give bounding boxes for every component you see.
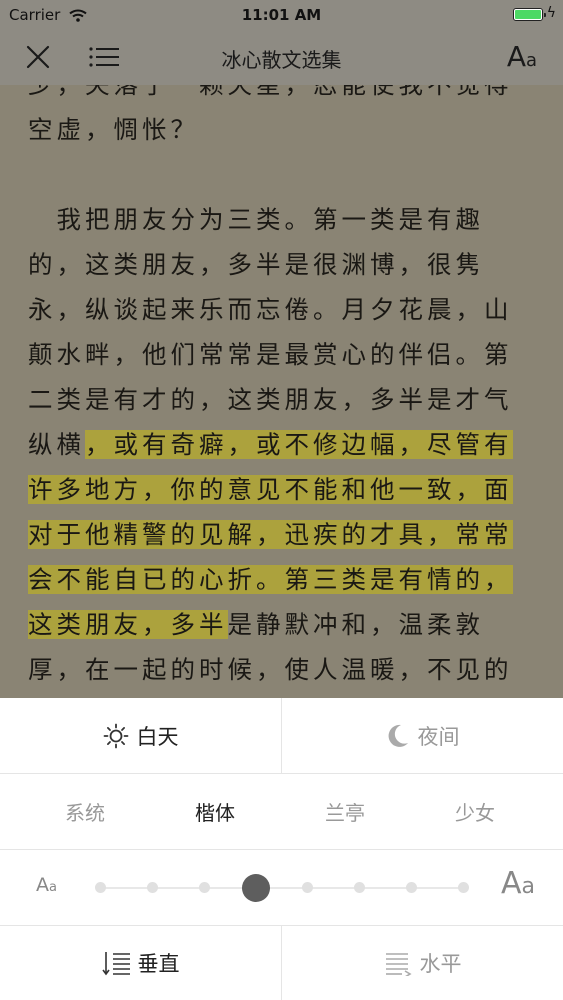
vertical-scroll-icon xyxy=(101,950,132,976)
font-size-slider-knob[interactable] xyxy=(241,874,270,902)
text-line: 颠水畔，他们常常是最赏心的伴侣。第 xyxy=(28,332,538,377)
text-segment: 二类是有才的，这类朋友，多半是才气 xyxy=(28,385,513,414)
text-line: 许多地方，你的意见不能和他一致，面 xyxy=(28,467,538,512)
text-segment: 纵横 xyxy=(28,430,85,459)
font-size-step[interactable] xyxy=(146,882,158,893)
settings-panel: 白天 夜间 系统 楷体 兰亭 少女 Aa Aa 垂直 水平 xyxy=(0,698,563,1000)
highlighted-text: 会不能自已的心折。第三类是有情的， xyxy=(28,565,513,594)
day-mode-label: 白天 xyxy=(136,724,179,749)
reader-toolbar: 冰心散文选集 Aa xyxy=(0,30,563,85)
text-line: 二类是有才的，这类朋友，多半是才气 xyxy=(28,377,538,422)
vertical-scroll-button[interactable]: 垂直 xyxy=(0,926,281,1000)
text-segment: 的，这类朋友，多半是很渊博，很隽 xyxy=(28,250,484,279)
status-bar: Carrier 11:01 AM ϟ xyxy=(0,0,563,30)
increase-font-size-button[interactable]: Aa xyxy=(501,866,535,901)
font-option-lanting[interactable]: 兰亭 xyxy=(275,774,415,849)
font-option-shaonv[interactable]: 少女 xyxy=(405,774,545,849)
vertical-label: 垂直 xyxy=(137,952,180,976)
increase-font-size-small-a: a xyxy=(521,874,535,899)
book-text: 少，失落了一颗天星，忍能使我不觉得空虚，惆怅？ 我把朋友分为三类。第一类是有趣的… xyxy=(28,85,538,692)
sun-icon xyxy=(103,723,129,749)
font-family-row: 系统 楷体 兰亭 少女 xyxy=(0,774,563,850)
font-settings-big-a: A xyxy=(506,40,526,73)
font-option-system[interactable]: 系统 xyxy=(15,774,155,849)
highlighted-text: ，或有奇癖，或不修边幅，尽管有 xyxy=(85,430,513,459)
day-mode-button[interactable]: 白天 xyxy=(0,698,281,773)
text-segment: 是静默冲和，温柔敦 xyxy=(227,610,484,639)
highlighted-text: 对于他精警的见解，迅疾的才具，常常 xyxy=(28,520,513,549)
highlighted-text: 许多地方，你的意见不能和他一致，面 xyxy=(28,475,513,504)
text-line: 纵横，或有奇癖，或不修边幅，尽管有 xyxy=(28,422,538,467)
text-line xyxy=(28,152,538,197)
text-segment: 颠水畔，他们常常是最赏心的伴侣。第 xyxy=(28,340,513,369)
increase-font-size-big-a: A xyxy=(500,866,522,901)
theme-row: 白天 夜间 xyxy=(0,698,563,774)
moon-icon xyxy=(386,723,410,749)
font-size-row: Aa Aa xyxy=(0,850,563,926)
text-line: 这类朋友，多半是静默冲和，温柔敦 xyxy=(28,602,538,647)
font-settings-button[interactable]: Aa xyxy=(507,40,537,73)
text-line: 空虚，惆怅？ xyxy=(28,107,538,152)
font-size-step[interactable] xyxy=(354,882,366,893)
night-mode-button[interactable]: 夜间 xyxy=(282,698,563,773)
status-time: 11:01 AM xyxy=(241,6,322,24)
decrease-font-size-big-a: A xyxy=(36,874,49,896)
night-mode-label: 夜间 xyxy=(417,724,460,749)
page-layout-row: 垂直 水平 xyxy=(0,926,563,1000)
font-size-slider[interactable] xyxy=(95,874,469,902)
text-segment: 我把朋友分为三类。第一类是有趣 xyxy=(28,205,484,234)
text-line: 永，纵谈起来乐而忘倦。月夕花晨，山 xyxy=(28,287,538,332)
text-segment: 少，失落了一颗天星，忍能使我不觉得 xyxy=(28,85,513,99)
font-size-step[interactable] xyxy=(302,882,314,893)
font-size-step[interactable] xyxy=(95,882,106,893)
text-line: 的，这类朋友，多半是很渊博，很隽 xyxy=(28,242,538,287)
font-size-step[interactable] xyxy=(198,882,210,893)
highlighted-text: 这类朋友，多半 xyxy=(28,610,228,639)
decrease-font-size-button[interactable]: Aa xyxy=(36,874,57,896)
text-line: 厚，在一起的时候，使人温暖，不见的 xyxy=(28,647,538,692)
text-line: 少，失落了一颗天星，忍能使我不觉得 xyxy=(28,85,538,107)
text-line: 对于他精警的见解，迅疾的才具，常常 xyxy=(28,512,538,557)
book-title: 冰心散文选集 xyxy=(221,48,342,72)
text-segment: 厚，在一起的时候，使人温暖，不见的 xyxy=(28,655,513,684)
battery-icon xyxy=(513,8,546,21)
font-option-kaiti[interactable]: 楷体 xyxy=(145,774,285,849)
charging-icon: ϟ xyxy=(546,5,556,21)
horizontal-page-button[interactable]: 水平 xyxy=(282,926,563,1000)
font-size-step[interactable] xyxy=(406,882,418,893)
text-line: 会不能自已的心折。第三类是有情的， xyxy=(28,557,538,602)
reading-area[interactable]: 少，失落了一颗天星，忍能使我不觉得空虚，惆怅？ 我把朋友分为三类。第一类是有趣的… xyxy=(0,85,563,698)
decrease-font-size-small-a: a xyxy=(49,880,57,895)
text-line: 我把朋友分为三类。第一类是有趣 xyxy=(28,197,538,242)
horizontal-label: 水平 xyxy=(419,952,462,976)
horizontal-page-icon xyxy=(384,950,414,976)
font-size-step[interactable] xyxy=(458,882,469,893)
font-settings-small-a: a xyxy=(525,50,537,71)
text-segment: 永，纵谈起来乐而忘倦。月夕花晨，山 xyxy=(28,295,513,324)
text-segment: 空虚，惆怅？ xyxy=(28,115,199,144)
